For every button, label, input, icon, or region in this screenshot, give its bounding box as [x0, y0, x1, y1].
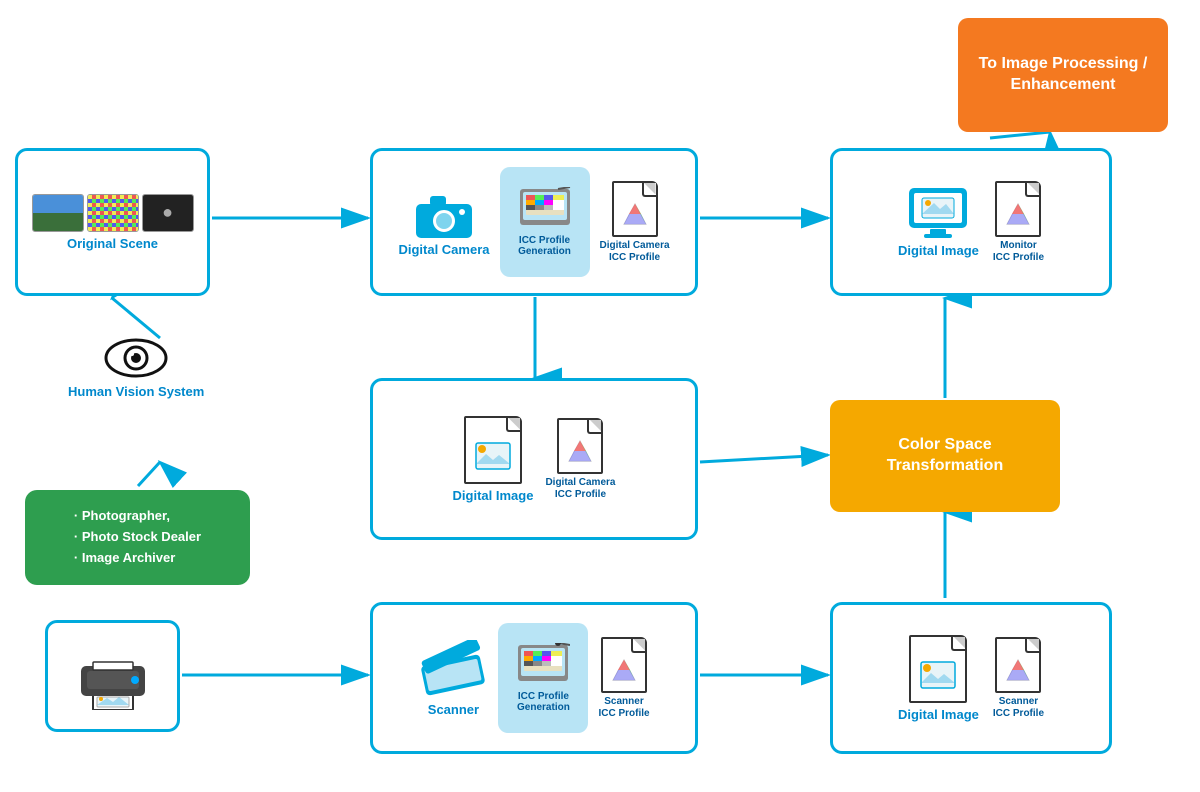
image-in-doc-mid	[475, 442, 511, 470]
digital-image-mid-doc: Digital Image	[453, 416, 534, 503]
digital-image-bot-doc: Digital Image	[898, 635, 979, 722]
to-image-processing-box: To Image Processing / Enhancement	[958, 18, 1168, 132]
image-in-doc-bot	[920, 661, 956, 689]
colorcard-photo	[87, 194, 139, 232]
scanner-icon	[418, 640, 488, 698]
digital-image-mid-label: Digital Image	[453, 488, 534, 503]
color-space-transformation-box: Color Space Transformation	[830, 400, 1060, 512]
human-vision-label: Human Vision System	[68, 384, 204, 399]
digital-image-bot-page	[909, 635, 967, 703]
digital-image-mid-box: Digital Image Digital Camera ICC Profile	[370, 378, 698, 540]
camera-icc-mid-doc-page	[557, 418, 603, 474]
color-triangle-camera	[622, 202, 648, 226]
color-triangle-monitor	[1005, 202, 1031, 226]
printer-box	[45, 620, 180, 732]
digital-camera-box: Digital Camera	[370, 148, 698, 296]
scanner-icc-doc-page-right	[601, 637, 647, 693]
original-scene-label: Original Scene	[67, 236, 158, 251]
scene-photos: ●	[32, 194, 194, 232]
color-space-transformation-label: Color Space Transformation	[887, 435, 1003, 477]
diagram: ● Original Scene Digital Camera	[0, 0, 1200, 792]
monitor-icc-profile-label: Monitor ICC Profile	[993, 240, 1044, 264]
color-triangle-scanner-bot	[1005, 658, 1031, 682]
digital-camera-label: Digital Camera	[398, 242, 489, 257]
camera-icc-doc-page	[612, 181, 658, 237]
original-scene-box: ● Original Scene	[15, 148, 210, 296]
monitor-section: Digital Image	[898, 187, 979, 258]
digital-image-top-label: Digital Image	[898, 243, 979, 258]
camera-icc-profile-mid-label: Digital Camera ICC Profile	[545, 477, 615, 501]
color-triangle-mid	[567, 439, 593, 463]
scanner-box: Scanner	[370, 602, 698, 754]
eye-icon	[104, 336, 168, 380]
camera-icc-profile-doc: Digital Camera ICC Profile	[600, 181, 670, 264]
camera-icc-profile-mid-doc: Digital Camera ICC Profile	[545, 418, 615, 501]
photographer-label: · Photographer, · Photo Stock Dealer · I…	[74, 506, 201, 568]
colorimeter-scanner-icon	[516, 643, 570, 687]
digital-image-top-box: Digital Image Monitor ICC Profile	[830, 148, 1112, 296]
icc-gen-scanner-label: ICC Profile Generation	[517, 691, 570, 713]
digital-image-bot-label: Digital Image	[898, 707, 979, 722]
camera-section: Digital Camera	[398, 188, 489, 257]
scanner-icc-doc-page-bot	[995, 637, 1041, 693]
color-triangle-scanner	[611, 658, 637, 682]
scanner-icc-profile-label-right: Scanner ICC Profile	[598, 696, 649, 720]
icc-gen-camera-box: ICC Profile Generation	[500, 167, 590, 277]
camera-icc-profile-label: Digital Camera ICC Profile	[600, 240, 670, 264]
monitor-icc-doc-page	[995, 181, 1041, 237]
scanner-icc-profile-doc-bot: Scanner ICC Profile	[993, 637, 1044, 720]
scanner-icc-profile-doc-right: Scanner ICC Profile	[598, 637, 649, 720]
meter-photo: ●	[142, 194, 194, 232]
digital-image-mid-page	[464, 416, 522, 484]
human-vision-section: Human Vision System	[68, 336, 204, 399]
landscape-photo	[32, 194, 84, 232]
camera-icon	[412, 188, 476, 240]
to-image-processing-label: To Image Processing / Enhancement	[979, 54, 1148, 96]
photographer-box: · Photographer, · Photo Stock Dealer · I…	[25, 490, 250, 585]
icc-gen-scanner-box: ICC Profile Generation	[498, 623, 588, 733]
printer-icon	[73, 642, 153, 710]
monitor-icc-profile-doc: Monitor ICC Profile	[993, 181, 1044, 264]
icc-gen-camera-label: ICC Profile Generation	[518, 235, 571, 257]
scanner-label: Scanner	[428, 702, 479, 717]
monitor-icon	[908, 187, 968, 239]
digital-image-bot-box: Digital Image Scanner ICC Profile	[830, 602, 1112, 754]
scanner-icc-profile-label-bot: Scanner ICC Profile	[993, 696, 1044, 720]
colorimeter-icon	[518, 187, 572, 231]
scanner-section: Scanner	[418, 640, 488, 717]
